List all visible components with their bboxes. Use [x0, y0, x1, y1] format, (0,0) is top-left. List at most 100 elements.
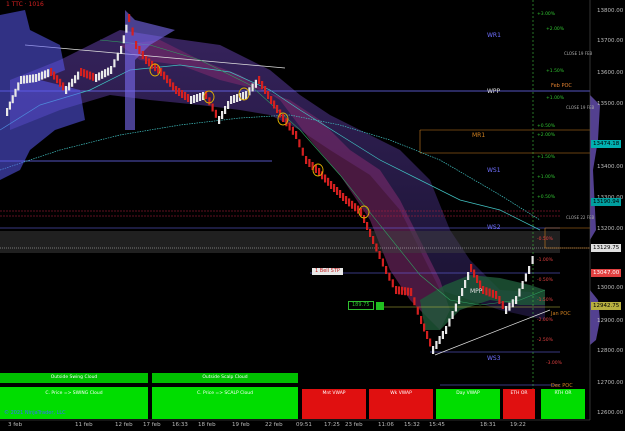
- renko-bar: [128, 14, 131, 22]
- renko-bar: [224, 106, 227, 114]
- renko-bar: [467, 272, 470, 280]
- pct-label: +3.00%: [537, 12, 556, 17]
- level-label: WS2: [487, 224, 501, 231]
- renko-bar: [511, 299, 514, 308]
- renko-bar: [38, 72, 41, 81]
- renko-bar: [461, 288, 464, 296]
- time-tick: 3 feb: [8, 422, 23, 428]
- price-tick: 12800.00: [597, 348, 624, 354]
- rth-or-button[interactable]: RTH OR: [541, 389, 585, 419]
- renko-bar: [17, 82, 20, 91]
- pct-label: -2.00%: [537, 318, 553, 323]
- renko-bar: [120, 46, 123, 54]
- renko-bar: [175, 86, 178, 94]
- renko-bar: [485, 287, 488, 296]
- renko-bar: [71, 78, 74, 87]
- renko-bar: [476, 275, 479, 283]
- renko-bar: [59, 78, 62, 87]
- renko-bar: [518, 288, 521, 297]
- pct-label: +1.50%: [537, 155, 556, 160]
- renko-bar: [366, 222, 369, 230]
- renko-bar: [339, 190, 342, 198]
- renko-bar: [236, 94, 239, 102]
- renko-bar: [29, 74, 32, 83]
- renko-bar: [251, 83, 254, 92]
- time-tick: 19:22: [510, 422, 526, 428]
- renko-bar: [50, 68, 53, 76]
- renko-bar: [301, 147, 304, 156]
- renko-bar: [77, 71, 80, 80]
- renko-bar: [528, 266, 531, 274]
- renko-bar: [32, 74, 35, 83]
- scalp-cloud-button[interactable]: C. Price => SCALP Cloud: [152, 387, 298, 419]
- price-tick: 12600.00: [597, 410, 624, 416]
- time-tick: 22 feb: [265, 422, 283, 428]
- price-tick: 12900.00: [597, 318, 624, 324]
- renko-bar: [125, 24, 128, 33]
- renko-bar: [178, 88, 181, 96]
- renko-bar: [131, 27, 134, 36]
- renko-bar: [62, 82, 65, 91]
- renko-bar: [420, 316, 423, 324]
- price-tick: 13500.00: [597, 101, 624, 107]
- renko-bar: [80, 68, 83, 76]
- renko-bar: [193, 95, 196, 103]
- week-vwap-button[interactable]: Wk VWAP: [369, 389, 433, 419]
- renko-bar: [89, 71, 92, 80]
- time-tick: 12 feb: [115, 422, 133, 428]
- renko-bar: [166, 75, 169, 84]
- renko-bar: [276, 105, 279, 113]
- renko-bar: [6, 108, 9, 116]
- time-tick: 15:32: [404, 422, 420, 428]
- eth-or-button[interactable]: ETH OR: [503, 389, 535, 419]
- renko-bar: [181, 90, 184, 98]
- price-tag-red: 13047.00: [591, 269, 622, 277]
- time-tick: 18:31: [480, 422, 496, 428]
- month-vwap-button[interactable]: Mnt VWAP: [302, 389, 366, 419]
- renko-bar: [110, 66, 113, 74]
- ma-cyan-2: [0, 114, 541, 221]
- renko-bar: [138, 46, 141, 54]
- renko-bar: [416, 306, 419, 315]
- time-tick: 09:51: [296, 422, 312, 428]
- pct-label: -0.50%: [537, 278, 553, 283]
- renko-bar: [282, 114, 285, 122]
- outside-swing-cloud-button[interactable]: Outside Swing Cloud: [0, 373, 148, 383]
- renko-bar: [375, 243, 378, 252]
- renko-bar: [369, 229, 372, 237]
- renko-bar: [86, 70, 89, 79]
- renko-bar: [245, 91, 248, 99]
- renko-bar: [521, 281, 524, 289]
- renko-bar: [107, 67, 110, 76]
- day-vwap-button[interactable]: Day VWAP: [436, 389, 500, 419]
- renko-bar: [101, 70, 104, 79]
- time-tick: 11:06: [378, 422, 394, 428]
- renko-bar: [172, 82, 175, 91]
- renko-bar: [426, 331, 429, 339]
- renko-bar: [230, 96, 233, 104]
- renko-bar: [169, 78, 172, 87]
- renko-bar: [291, 126, 294, 135]
- renko-bar: [47, 69, 50, 78]
- outside-scalp-cloud-button[interactable]: Outside Scalp Cloud: [152, 373, 298, 383]
- level-label: MPP: [470, 288, 483, 295]
- renko-bar: [68, 82, 71, 91]
- renko-bar: [53, 71, 56, 80]
- renko-bar: [345, 196, 348, 204]
- renko-bar: [327, 177, 330, 186]
- renko-bar: [395, 286, 398, 294]
- renko-bar: [432, 346, 435, 354]
- level-label: Jan POC: [551, 311, 571, 317]
- renko-bar: [404, 287, 407, 296]
- renko-bar: [429, 338, 432, 347]
- pct-label: +0.50%: [537, 124, 556, 129]
- price-tick: 13400.00: [597, 164, 624, 170]
- renko-bar: [423, 323, 426, 332]
- renko-bar: [83, 69, 86, 78]
- renko-bar: [258, 76, 261, 84]
- price-chart[interactable]: [0, 0, 625, 431]
- renko-bar: [413, 297, 416, 306]
- price-tag-green: 13474.18: [591, 140, 622, 148]
- renko-bar: [104, 69, 107, 78]
- price-tag-olive: 12942.75: [591, 302, 622, 310]
